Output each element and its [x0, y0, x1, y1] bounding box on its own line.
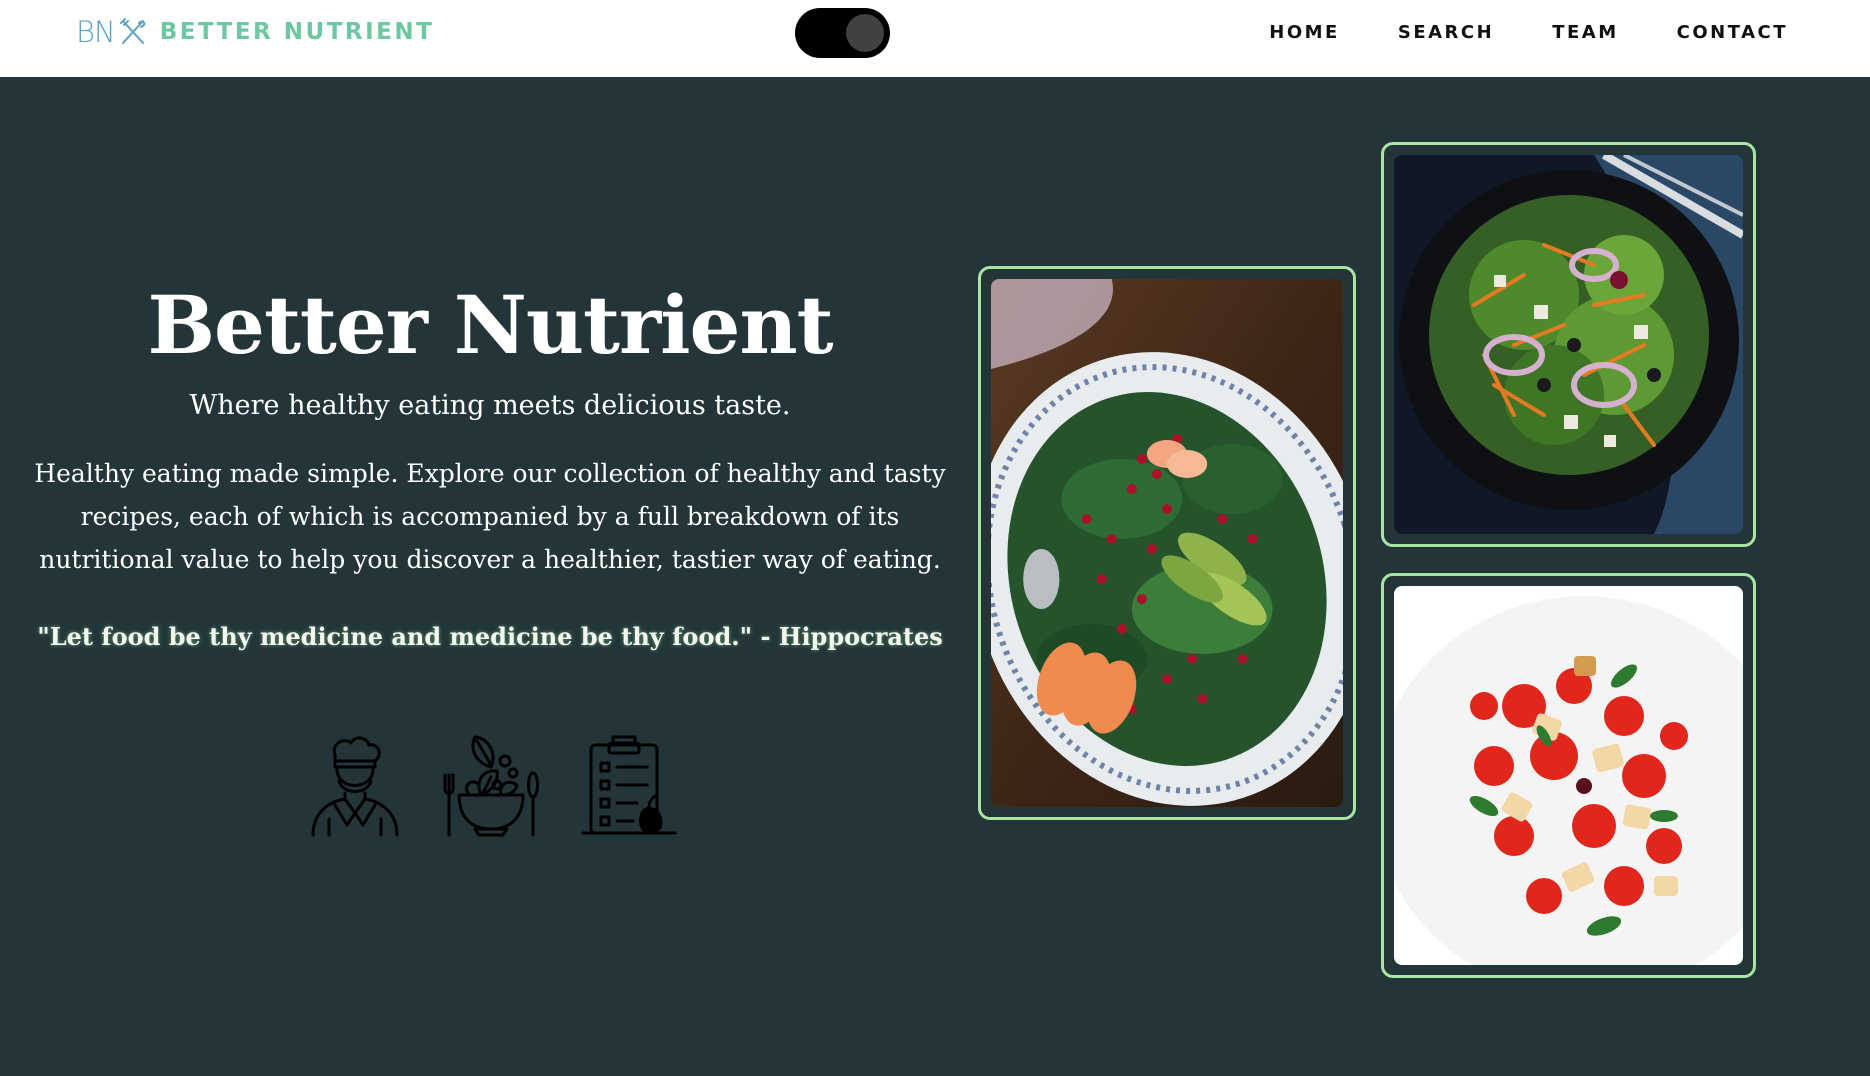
- salad-bowl-icon: [443, 735, 539, 837]
- feature-icons: [305, 733, 713, 837]
- spinach-salad-image: [991, 279, 1343, 807]
- logo-text: BETTER NUTRIENT: [159, 19, 435, 45]
- hero-quote: "Let food be thy medicine and medicine b…: [37, 622, 943, 651]
- hero-section: Better Nutrient Where healthy eating mee…: [20, 270, 960, 657]
- chef-icon: [311, 736, 399, 837]
- food-image-card-3: [1381, 573, 1756, 978]
- nav-link-home[interactable]: HOME: [1269, 22, 1340, 43]
- navbar: BN BETTER NUTRIENT HOME SEARCH TEAM CONT…: [0, 0, 1870, 77]
- hero-tagline: Where healthy eating meets delicious tas…: [189, 390, 791, 421]
- nav-links: HOME SEARCH TEAM CONTACT: [1211, 0, 1788, 65]
- page-title: Better Nutrient: [147, 278, 833, 372]
- theme-toggle[interactable]: [795, 8, 890, 58]
- nav-link-search[interactable]: SEARCH: [1398, 22, 1494, 43]
- toggle-knob: [846, 14, 884, 52]
- hero-description: Healthy eating made simple. Explore our …: [34, 459, 946, 574]
- nav-link-contact[interactable]: CONTACT: [1677, 22, 1788, 43]
- logo-mark: BN: [76, 15, 116, 49]
- bowl-salad-image: [1394, 155, 1743, 534]
- nav-link-team[interactable]: TEAM: [1552, 22, 1618, 43]
- logo[interactable]: BN BETTER NUTRIENT: [76, 14, 434, 50]
- food-image-card-1: [978, 266, 1356, 820]
- tomato-salad-image: [1394, 586, 1743, 965]
- nutrition-clipboard-icon: [581, 735, 677, 835]
- fork-knife-icon: [119, 18, 145, 44]
- food-image-card-2: [1381, 142, 1756, 547]
